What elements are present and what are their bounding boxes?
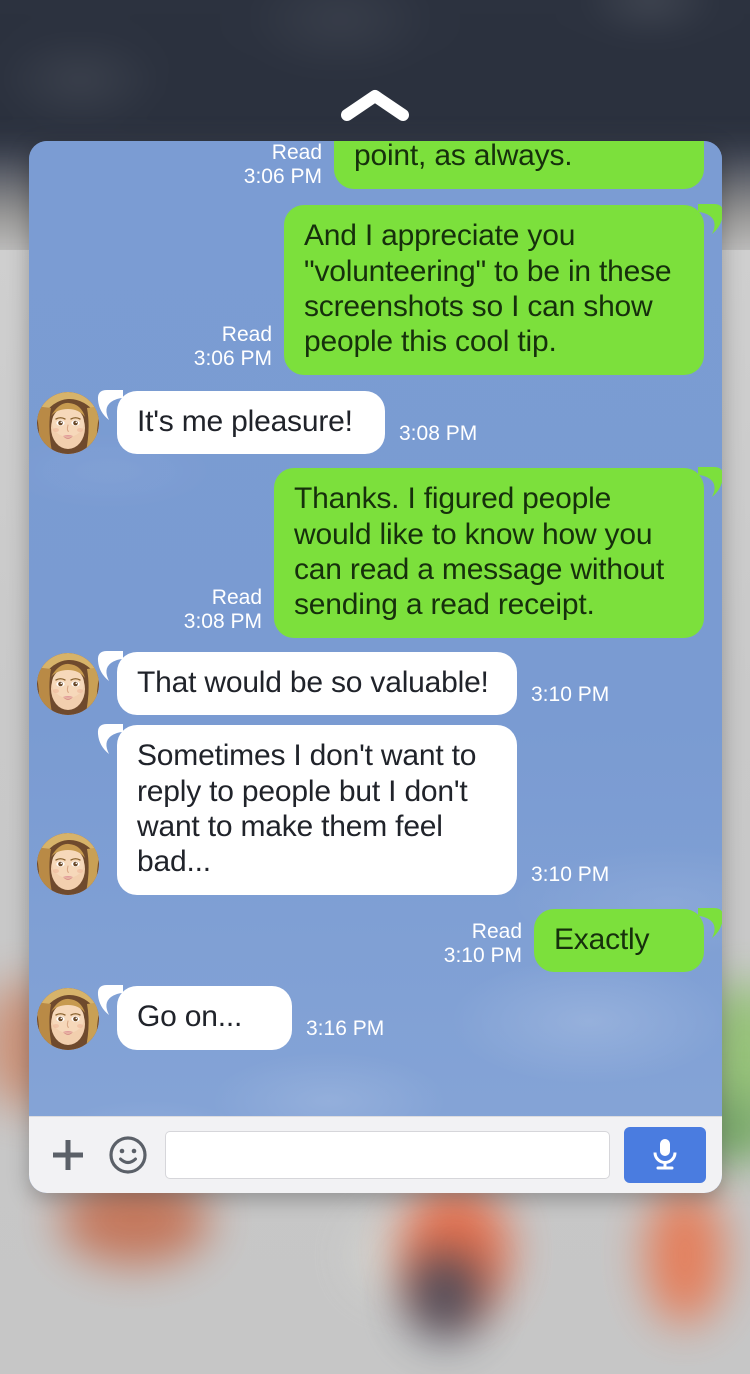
- read-receipt-label: Read: [184, 586, 262, 610]
- message-text: And I appreciate you "volunteering" to b…: [304, 219, 671, 358]
- message-row: It's me pleasure! 3:08 PM: [29, 391, 722, 454]
- message-status: 3:10 PM: [531, 683, 609, 715]
- message-text: It's me pleasure!: [137, 405, 353, 438]
- message-timestamp: 3:06 PM: [244, 165, 322, 189]
- message-status: 3:08 PM: [399, 422, 477, 454]
- avatar[interactable]: [37, 833, 99, 895]
- message-row: Read3:08 PM Thanks. I figured people woul…: [29, 468, 722, 638]
- message-timestamp: 3:16 PM: [306, 1017, 384, 1041]
- composer-bar: [29, 1116, 722, 1193]
- chevron-up-icon[interactable]: [339, 88, 411, 122]
- incoming-message-bubble[interactable]: It's me pleasure!: [117, 391, 385, 454]
- message-text: Thanks. I figured people would like to k…: [294, 482, 664, 621]
- message-status: 3:10 PM: [531, 863, 609, 895]
- smiley-icon[interactable]: [105, 1132, 151, 1178]
- voice-record-button[interactable]: [624, 1127, 706, 1183]
- message-text: Sometimes I don't want to reply to peopl…: [137, 739, 476, 878]
- message-status: Read3:10 PM: [444, 920, 522, 972]
- message-text: Go on...: [137, 1000, 242, 1033]
- message-row: Go on... 3:16 PM: [29, 986, 722, 1049]
- avatar[interactable]: [37, 653, 99, 715]
- outgoing-message-bubble[interactable]: point, as always.: [334, 141, 704, 189]
- message-list[interactable]: Read3:06 PMpoint, as always.Read3:06 PMA…: [29, 141, 722, 1116]
- message-timestamp: 3:08 PM: [184, 610, 262, 634]
- avatar[interactable]: [37, 988, 99, 1050]
- outgoing-message-bubble[interactable]: Exactly: [534, 909, 704, 972]
- avatar[interactable]: [37, 392, 99, 454]
- message-status: Read3:06 PM: [194, 323, 272, 375]
- read-receipt-label: Read: [444, 920, 522, 944]
- message-status: Read3:08 PM: [184, 586, 262, 638]
- message-text: That would be so valuable!: [137, 666, 489, 699]
- message-timestamp: 3:06 PM: [194, 347, 272, 371]
- incoming-message-bubble[interactable]: Go on...: [117, 986, 292, 1049]
- outgoing-message-bubble[interactable]: And I appreciate you "volunteering" to b…: [284, 205, 704, 375]
- message-row: Sometimes I don't want to reply to peopl…: [29, 725, 722, 895]
- wallpaper-blob: [645, 1185, 725, 1325]
- message-row: Read3:06 PM And I appreciate you "volunte…: [29, 205, 722, 375]
- message-timestamp: 3:10 PM: [531, 863, 609, 887]
- plus-icon[interactable]: [45, 1132, 91, 1178]
- message-timestamp: 3:10 PM: [531, 683, 609, 707]
- message-input[interactable]: [165, 1131, 610, 1179]
- chat-card: Read3:06 PMpoint, as always.Read3:06 PMA…: [29, 141, 722, 1193]
- message-row: Read3:06 PM point, as always.: [29, 141, 722, 191]
- message-text: Exactly: [554, 923, 649, 956]
- message-status: 3:16 PM: [306, 1017, 384, 1049]
- message-row: That would be so valuable! 3:10 PM: [29, 652, 722, 715]
- message-status: Read3:06 PM: [244, 141, 322, 191]
- incoming-message-bubble[interactable]: Sometimes I don't want to reply to peopl…: [117, 725, 517, 895]
- wallpaper-blob: [405, 1250, 485, 1340]
- message-row: Read3:10 PM Exactly: [29, 909, 722, 972]
- read-receipt-label: Read: [194, 323, 272, 347]
- incoming-message-bubble[interactable]: That would be so valuable!: [117, 652, 517, 715]
- message-text: point, as always.: [354, 141, 572, 173]
- read-receipt-label: Read: [244, 141, 322, 165]
- outgoing-message-bubble[interactable]: Thanks. I figured people would like to k…: [274, 468, 704, 638]
- microphone-icon: [648, 1135, 682, 1176]
- message-timestamp: 3:10 PM: [444, 944, 522, 968]
- message-timestamp: 3:08 PM: [399, 422, 477, 446]
